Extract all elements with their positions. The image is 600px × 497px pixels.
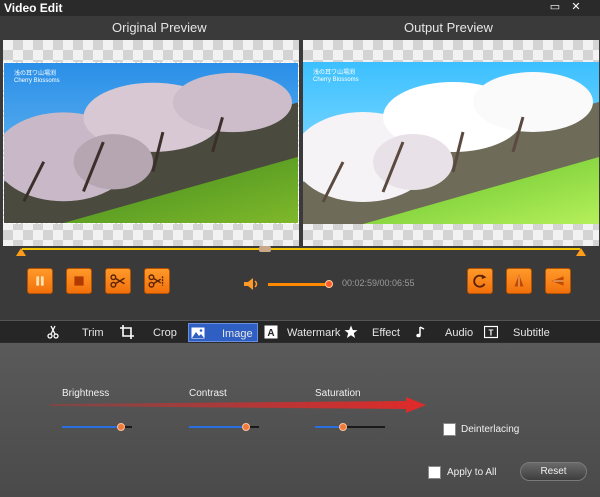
brightness-slider-fill (62, 426, 121, 428)
scissors-icon (110, 274, 125, 288)
title-bar: Video Edit ▭ ✕ (0, 0, 600, 16)
tab-audio-label: Audio (445, 327, 474, 339)
tab-subtitle[interactable]: T Subtitle (482, 323, 554, 342)
tab-crop-label: Crop (153, 327, 177, 339)
reset-button[interactable]: Reset (520, 462, 587, 481)
timeline-playhead[interactable] (259, 246, 271, 252)
rotate-button[interactable] (467, 268, 493, 294)
brightness-slider[interactable] (62, 423, 132, 431)
split-scissors-icon (148, 274, 164, 288)
saturation-slider[interactable] (315, 423, 385, 431)
pause-button[interactable] (27, 268, 53, 294)
trim-end-marker[interactable] (576, 248, 586, 256)
stop-icon (74, 276, 84, 286)
timeline[interactable] (16, 246, 586, 256)
split-button[interactable] (144, 268, 170, 294)
deinterlacing-label: Deinterlacing (461, 424, 520, 435)
tab-effect-label: Effect (372, 327, 400, 339)
tab-image[interactable]: Image (188, 323, 258, 342)
tab-effect[interactable]: Effect (342, 323, 402, 342)
contrast-slider[interactable] (189, 423, 259, 431)
flip-horizontal-icon (551, 276, 564, 286)
output-video-frame: 浅の耳ワ山場渕 Cherry Blossoms (303, 62, 599, 224)
watermark-icon: A (264, 325, 278, 339)
image-adjust-panel (0, 343, 600, 497)
time-display: 00:02:59/00:06:55 (342, 278, 415, 288)
cut-button[interactable] (105, 268, 131, 294)
tab-trim[interactable]: Trim (44, 323, 110, 342)
deinterlacing-checkbox[interactable] (443, 423, 456, 436)
flip-horizontal-button[interactable] (545, 268, 571, 294)
contrast-slider-fill (189, 426, 246, 428)
svg-text:A: A (267, 328, 274, 339)
watermark-text: 浅の耳ワ山場渕 Cherry Blossoms (14, 71, 60, 84)
volume-icon[interactable] (243, 277, 259, 291)
output-preview-label: Output Preview (404, 20, 493, 35)
tab-trim-label: Trim (82, 327, 104, 339)
volume-slider-track[interactable] (268, 283, 330, 286)
original-video-frame[interactable]: 浅の耳ワ山場渕 Cherry Blossoms (3, 62, 299, 224)
cherry-blossom-image (4, 63, 298, 223)
tab-watermark-label: Watermark (287, 327, 341, 339)
tab-image-label: Image (222, 328, 253, 340)
edit-tabbar: Trim Crop Image A Watermark Effect Audio… (0, 320, 600, 342)
brightness-slider-thumb[interactable] (117, 423, 125, 431)
timeline-track[interactable] (22, 248, 580, 250)
tab-watermark[interactable]: A Watermark (262, 323, 341, 342)
stop-button[interactable] (66, 268, 92, 294)
subtitle-icon: T (484, 325, 498, 339)
star-icon (344, 325, 358, 338)
tab-subtitle-label: Subtitle (513, 327, 550, 339)
saturation-slider-rest (343, 426, 385, 428)
svg-text:T: T (489, 329, 494, 338)
tab-audio[interactable]: Audio (412, 323, 474, 342)
output-preview-pane: 浅の耳ワ山場渕 Cherry Blossoms (303, 40, 599, 246)
pause-icon (36, 276, 44, 286)
apply-to-all-checkbox[interactable] (428, 466, 441, 479)
rotate-icon (473, 274, 487, 288)
music-note-icon (416, 326, 425, 338)
window-title: Video Edit (4, 1, 63, 15)
flip-vertical-button[interactable] (506, 268, 532, 294)
volume-slider-thumb[interactable] (325, 280, 333, 288)
maximize-icon[interactable]: ▭ (546, 1, 564, 14)
image-icon (191, 327, 205, 339)
trim-start-marker[interactable] (16, 248, 26, 256)
crop-icon (120, 325, 134, 339)
saturation-slider-thumb[interactable] (339, 423, 347, 431)
tab-crop[interactable]: Crop (118, 323, 186, 342)
scissors-icon (47, 325, 59, 339)
original-preview-label: Original Preview (112, 20, 207, 35)
flip-vertical-icon (514, 274, 524, 287)
output-watermark-text: 浅の耳ワ山場渕 Cherry Blossoms (313, 70, 359, 83)
contrast-slider-thumb[interactable] (242, 423, 250, 431)
red-arrow-annotation (50, 397, 426, 413)
cherry-blossom-output-image (303, 62, 599, 224)
original-preview-pane[interactable]: 浅の耳ワ山場渕 Cherry Blossoms (3, 40, 299, 246)
apply-to-all-label: Apply to All (447, 467, 497, 478)
close-icon[interactable]: ✕ (567, 1, 585, 14)
